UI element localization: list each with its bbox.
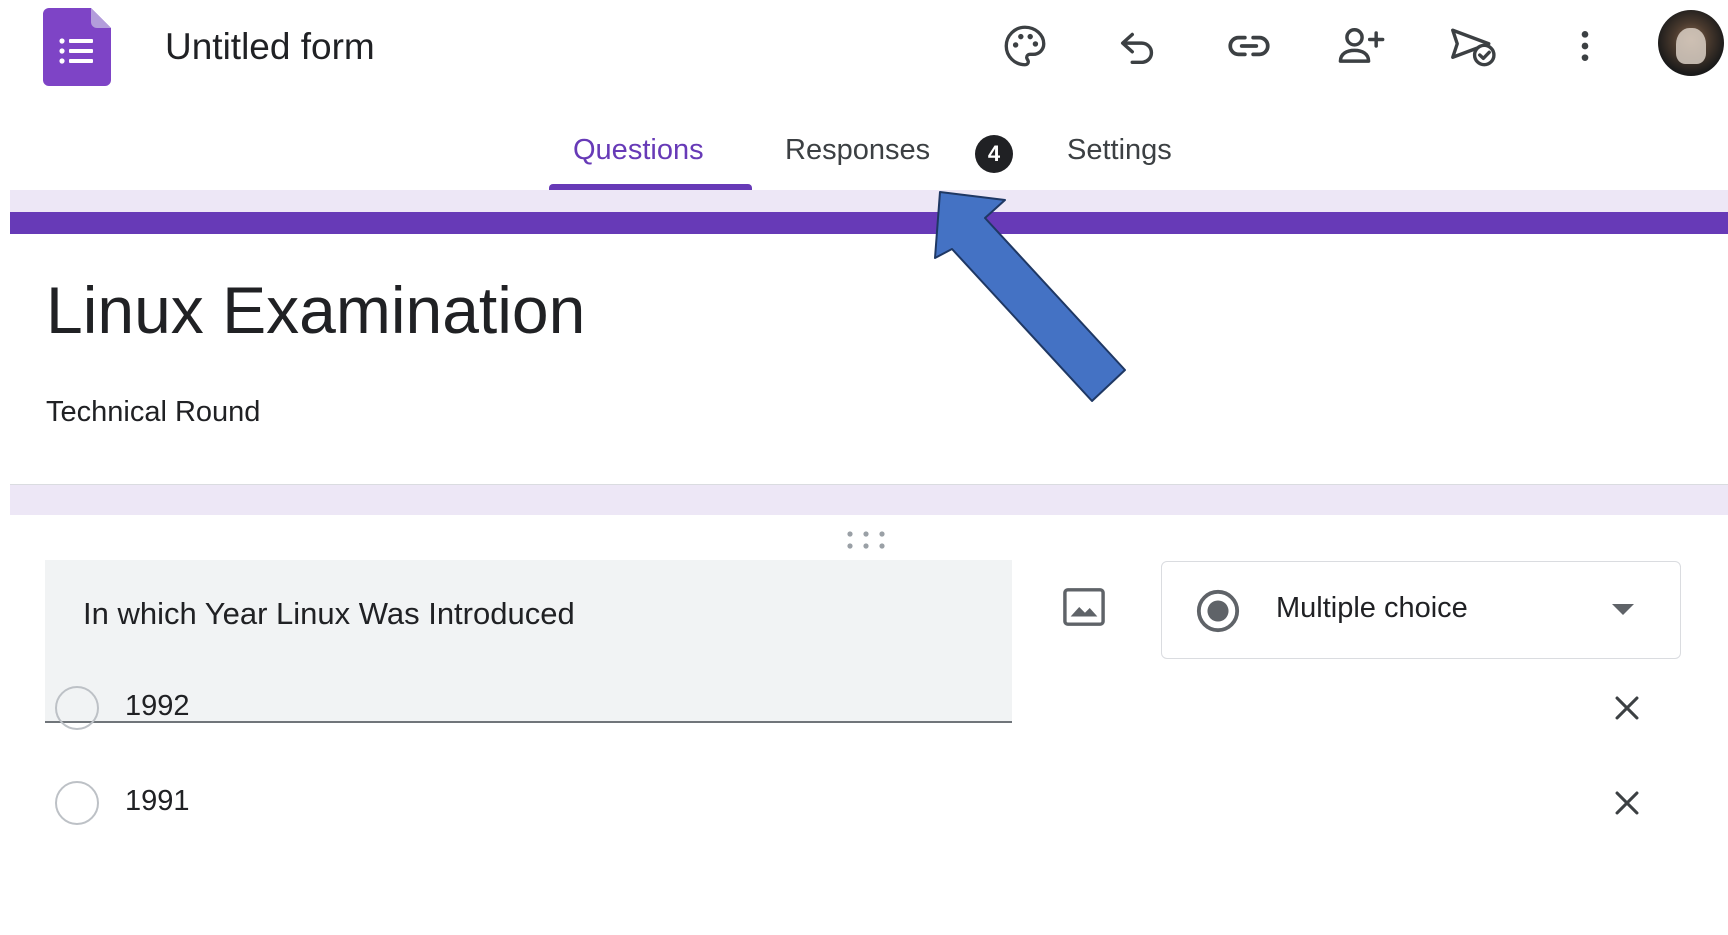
form-header-card[interactable]: Linux Examination Technical Round xyxy=(10,212,1728,485)
form-description[interactable]: Technical Round xyxy=(46,396,260,429)
add-collaborator-icon[interactable] xyxy=(1333,18,1389,74)
remove-option-close-icon[interactable] xyxy=(1605,781,1649,825)
add-image-icon[interactable] xyxy=(1057,582,1111,632)
link-icon[interactable] xyxy=(1221,18,1277,74)
option-label[interactable]: 1991 xyxy=(125,785,190,818)
question-card[interactable]: In which Year Linux Was Introduced Multi… xyxy=(10,515,1728,935)
theme-accent-bar xyxy=(10,212,1728,234)
option-radio[interactable] xyxy=(55,781,99,825)
option-row: 1992 xyxy=(45,684,1725,732)
form-tabs: Questions Responses Settings xyxy=(0,100,1728,192)
google-forms-logo-icon[interactable] xyxy=(43,8,111,86)
undo-icon[interactable] xyxy=(1110,18,1166,74)
drag-handle-icon[interactable] xyxy=(843,529,889,551)
radio-button-checked-icon xyxy=(1196,589,1240,633)
question-text: In which Year Linux Was Introduced xyxy=(83,596,575,631)
more-vert-icon[interactable] xyxy=(1557,18,1613,74)
top-bar: Untitled form xyxy=(0,0,1728,100)
question-type-dropdown[interactable]: Multiple choice xyxy=(1161,561,1681,659)
remove-option-close-icon[interactable] xyxy=(1605,686,1649,730)
option-radio[interactable] xyxy=(55,686,99,730)
avatar-figure xyxy=(1676,28,1706,64)
tab-questions[interactable]: Questions xyxy=(573,134,704,167)
responses-count-badge: 4 xyxy=(975,135,1013,173)
dropdown-arrow-icon xyxy=(1612,604,1634,615)
palette-icon[interactable] xyxy=(997,18,1053,74)
option-label[interactable]: 1992 xyxy=(125,690,190,723)
option-row: 1991 xyxy=(45,779,1725,827)
tab-responses[interactable]: Responses xyxy=(785,134,930,167)
form-title[interactable]: Linux Examination xyxy=(46,272,585,348)
account-avatar[interactable] xyxy=(1658,10,1724,76)
question-type-label: Multiple choice xyxy=(1276,592,1468,624)
publish-icon[interactable] xyxy=(1445,18,1501,74)
form-document-title[interactable]: Untitled form xyxy=(165,26,375,68)
tab-settings[interactable]: Settings xyxy=(1067,134,1172,167)
